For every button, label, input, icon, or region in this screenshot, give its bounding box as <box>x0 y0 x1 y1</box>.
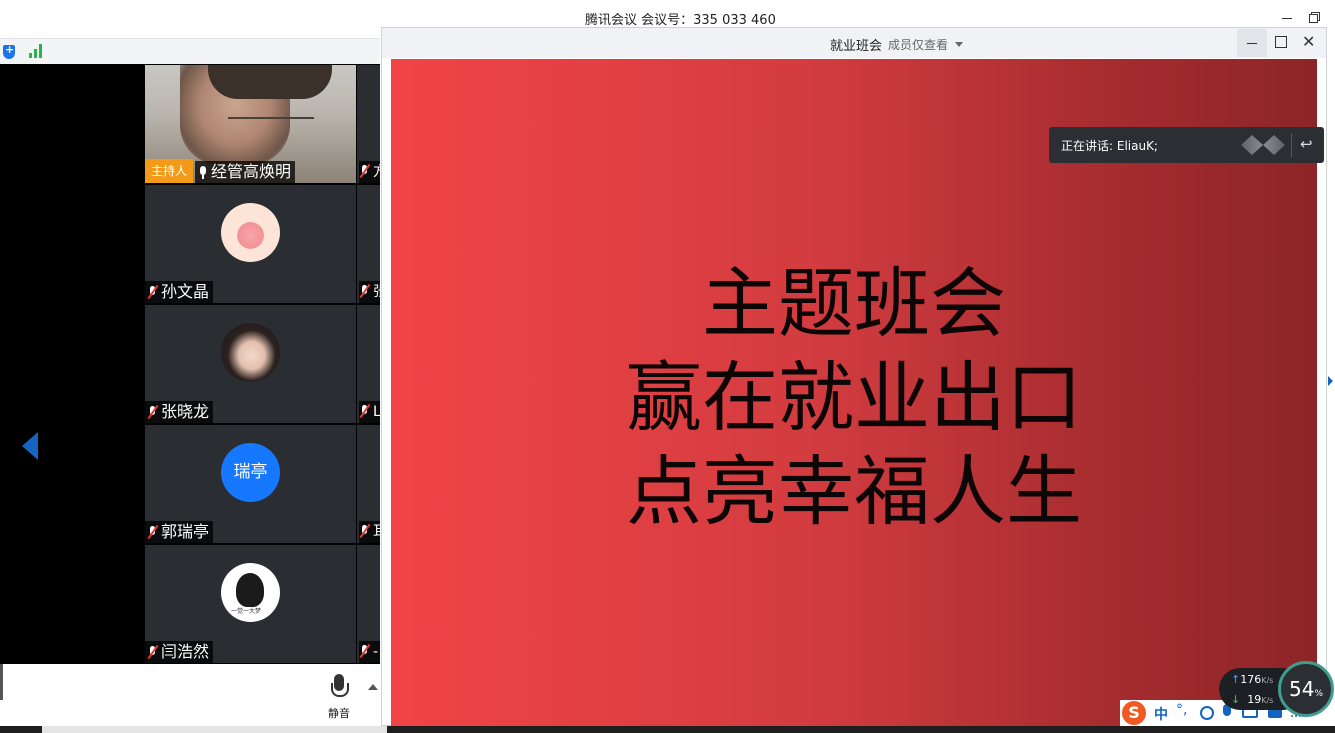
mic-muted-icon <box>147 525 159 539</box>
participant-gallery: 主持人 经管高焕明 孙文晶 张晓龙 瑞亭 郭瑞亭 一觉一大梦 闫浩然 方 张 L… <box>145 64 380 664</box>
audio-options-caret-icon[interactable] <box>368 684 378 690</box>
download-arrow-icon: ↓ <box>1231 693 1241 706</box>
minimize-button[interactable] <box>1279 8 1297 26</box>
share-close-button[interactable]: ✕ <box>1302 32 1315 51</box>
text-avatar: 瑞亭 <box>221 443 280 502</box>
participant-name: 孙文晶 <box>145 281 214 303</box>
participant-tile[interactable]: 一觉一大梦 闫浩然 <box>145 545 356 663</box>
mic-muted-icon <box>147 405 159 419</box>
speaking-indicator: 正在讲话: EliauK; ↩ <box>1049 127 1324 163</box>
return-arrow-icon[interactable]: ↩ <box>1300 135 1313 153</box>
participant-name-text: 耳 <box>373 524 380 540</box>
restore-button[interactable] <box>1306 8 1324 26</box>
taskbar <box>0 726 1335 733</box>
participant-tile[interactable]: 孙文晶 <box>145 185 356 303</box>
speaking-label: 正在讲话: EliauK; <box>1061 139 1158 153</box>
mic-muted-icon <box>147 645 159 659</box>
participant-name: 郭瑞亭 <box>145 521 214 543</box>
meeting-toolbar-strip <box>0 38 380 64</box>
main-video-area <box>0 64 145 664</box>
participant-name-text: 经管高焕明 <box>211 162 292 181</box>
cartoon-figure-icon <box>236 573 264 607</box>
participant-tile-partial[interactable]: 张 <box>357 185 380 303</box>
share-minimize-button[interactable] <box>1237 29 1267 57</box>
ime-punct-toggle[interactable]: °, <box>1176 702 1187 718</box>
participant-name-partial: 张 <box>359 281 380 303</box>
share-window-title: 就业班会 <box>830 39 883 54</box>
scrollbar-edge <box>0 664 3 700</box>
slide-line: 赢在就业出口 <box>626 353 1082 442</box>
upload-value: 176 <box>1240 673 1262 686</box>
download-unit: K/s <box>1261 696 1274 705</box>
participant-name-text: 张 <box>373 284 380 300</box>
participant-name-text: 孙文晶 <box>161 282 210 301</box>
microphone-icon[interactable] <box>331 674 349 700</box>
participant-tile[interactable]: 瑞亭 郭瑞亭 <box>145 425 356 543</box>
participant-name-text: 闫浩然 <box>161 642 210 661</box>
share-maximize-button[interactable] <box>1275 36 1287 48</box>
upload-arrow-icon: ↑ <box>1231 673 1241 686</box>
mic-muted-icon <box>147 285 159 299</box>
presentation-slide: 主题班会 赢在就业出口 点亮幸福人生 正在讲话: EliauK; ↩ <box>391 59 1324 726</box>
participant-name-text: - <box>373 644 379 660</box>
participant-name: 张晓龙 <box>145 401 214 423</box>
participant-name-text: 张晓龙 <box>161 402 210 421</box>
upload-speed: ↑176K/s <box>1231 673 1273 686</box>
next-page-arrow-icon[interactable] <box>1328 376 1333 386</box>
mic-muted-icon <box>359 284 371 298</box>
participant-tile-partial[interactable]: - <box>357 545 380 663</box>
screen-share-window: 就业班会 成员仅查看 ✕ 主题班会 赢在就业出口 点亮幸福人生 正在讲话: El… <box>381 27 1327 726</box>
host-badge: 主持人 <box>145 159 194 183</box>
previous-page-arrow-icon[interactable] <box>22 432 38 460</box>
participant-tile-partial[interactable]: 耳 <box>357 425 380 543</box>
mic-muted-icon <box>359 524 371 538</box>
usage-value: 54 <box>1288 677 1315 701</box>
pink-cartoon-avatar <box>221 203 280 262</box>
mic-muted-icon <box>359 644 371 658</box>
participant-name-text: 郭瑞亭 <box>161 522 210 541</box>
slide-title: 主题班会 赢在就业出口 点亮幸福人生 <box>391 257 1317 539</box>
participant-name: 经管高焕明 <box>195 161 296 183</box>
cartoon-avatar: 一觉一大梦 <box>221 563 280 622</box>
mic-muted-icon <box>359 404 371 418</box>
share-title-bar: 就业班会 成员仅查看 ✕ <box>382 28 1326 58</box>
network-signal-icon[interactable] <box>29 44 45 58</box>
mute-button-label[interactable]: 静音 <box>328 705 350 721</box>
participant-name-partial: 耳 <box>359 521 380 543</box>
sogou-logo-icon[interactable]: S <box>1122 701 1146 725</box>
emoji-icon[interactable] <box>1200 706 1214 720</box>
audio-wave-icon <box>1241 135 1285 155</box>
chevron-down-icon[interactable] <box>955 42 963 47</box>
participant-tile-partial[interactable]: 方 <box>357 65 380 183</box>
participant-name-text: L <box>373 404 380 420</box>
ime-mode-toggle[interactable]: 中 <box>1154 704 1168 724</box>
avatar-caption: 一觉一大梦 <box>231 608 262 615</box>
memory-usage-gauge[interactable]: 54% <box>1278 661 1334 717</box>
participant-name-partial: - <box>359 641 380 663</box>
meeting-title: 腾讯会议 会议号：335 033 460 <box>585 13 776 28</box>
participant-tile[interactable]: 张晓龙 <box>145 305 356 423</box>
participant-tile-partial[interactable]: L <box>357 305 380 423</box>
slide-line: 点亮幸福人生 <box>626 447 1082 536</box>
mic-on-icon <box>197 165 209 179</box>
view-mode-dropdown[interactable]: 成员仅查看 <box>888 36 948 53</box>
meeting-control-bar: 静音 <box>0 664 381 726</box>
photo-avatar <box>221 323 280 382</box>
slide-line: 主题班会 <box>702 259 1006 348</box>
taskbar-segment <box>42 726 387 733</box>
download-speed: ↓ 19K/s <box>1231 693 1273 706</box>
upload-unit: K/s <box>1261 676 1274 685</box>
download-value: 19 <box>1247 693 1262 706</box>
desktop-screen: 腾讯会议 会议号：335 033 460 主持人 经管高焕明 孙文晶 <box>0 0 1335 733</box>
divider <box>1291 133 1292 157</box>
participant-name-partial: 方 <box>359 161 380 183</box>
security-shield-icon[interactable] <box>3 43 15 59</box>
host-video-feed <box>180 65 332 165</box>
usage-unit: % <box>1314 689 1323 699</box>
participant-name-text: 方 <box>373 164 380 180</box>
participant-name: 闫浩然 <box>145 641 214 663</box>
participant-tile-host[interactable]: 主持人 经管高焕明 <box>145 65 356 183</box>
mic-muted-icon <box>359 164 371 178</box>
participant-name-partial: L <box>359 401 380 423</box>
